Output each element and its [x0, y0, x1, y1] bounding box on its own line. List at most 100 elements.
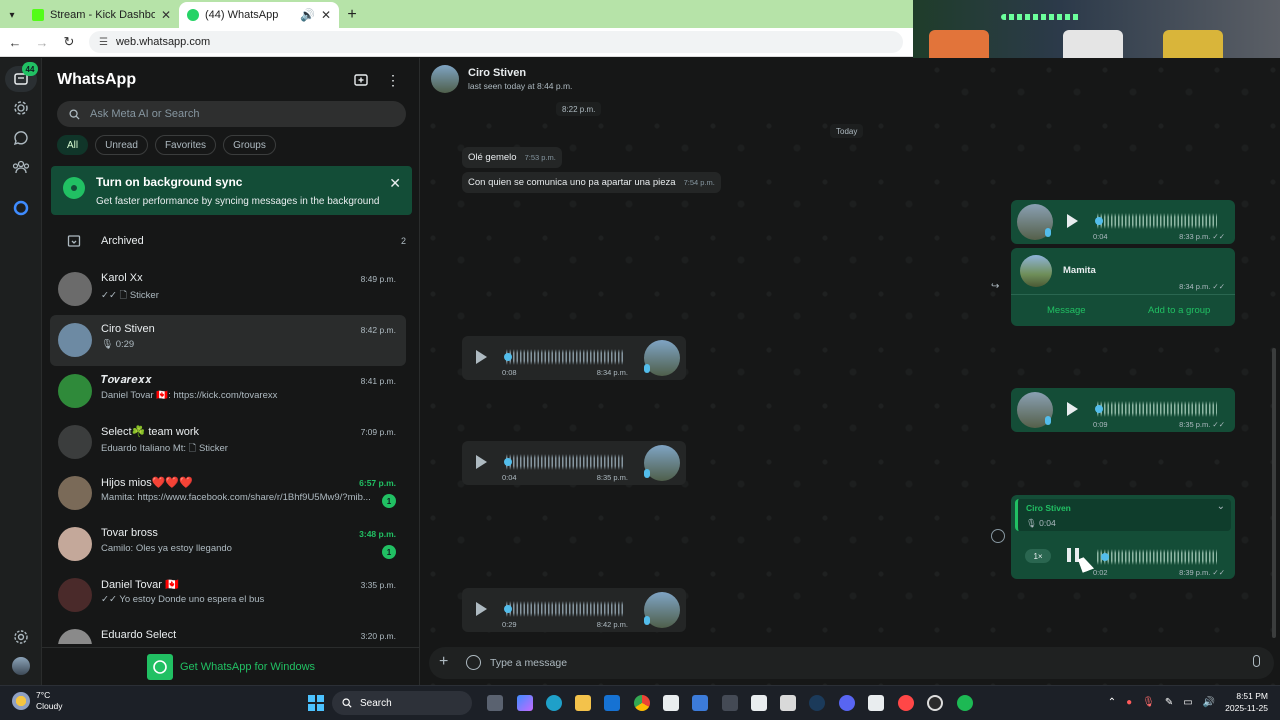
incoming-message[interactable]: Olé gemelo 7:53 p.m.: [462, 147, 562, 168]
ea-icon[interactable]: [898, 695, 914, 711]
play-button[interactable]: [476, 455, 487, 469]
seek-handle[interactable]: [1101, 553, 1109, 561]
weather-widget[interactable]: 7°C Cloudy: [12, 690, 62, 712]
meta-ai-icon[interactable]: [11, 198, 31, 218]
background-sync-banner[interactable]: Turn on background sync Get faster perfo…: [51, 166, 412, 215]
close-tab-icon[interactable]: ✕: [161, 8, 171, 22]
volume-icon[interactable]: 🔊: [1203, 697, 1215, 708]
obs-icon[interactable]: [927, 695, 943, 711]
browser-tab-whatsapp[interactable]: (44) WhatsApp 🔊 ✕: [179, 2, 339, 28]
tab-search-chevron-icon[interactable]: ▾: [0, 2, 24, 28]
new-tab-button[interactable]: +: [339, 2, 365, 28]
contact-message-button[interactable]: Message: [1047, 305, 1086, 316]
chevron-up-icon[interactable]: ⌃: [1108, 697, 1116, 708]
menu-icon[interactable]: ⋮: [384, 71, 402, 89]
chat-list-item[interactable]: Daniel Tovar 🇨🇦 ✓✓ Yo estoy Donde uno esp…: [50, 570, 406, 621]
tray-app-icon[interactable]: ●: [1126, 697, 1132, 708]
edit-icon[interactable]: [868, 695, 884, 711]
profile-avatar[interactable]: [11, 656, 31, 676]
outlook-icon[interactable]: [604, 695, 620, 711]
waveform[interactable]: [1097, 549, 1217, 565]
chat-list-item[interactable]: Karol Xx ✓✓ 🗋 Sticker 8:49 p.m.: [50, 264, 406, 315]
waveform[interactable]: [506, 454, 624, 470]
filter-all[interactable]: All: [57, 135, 89, 155]
vs-code-icon[interactable]: [692, 695, 708, 711]
play-button[interactable]: [1067, 214, 1078, 228]
chat-list-item[interactable]: Eduardo SelectEjercicio3:20 p.m.: [50, 621, 406, 644]
emoji-react-icon[interactable]: [991, 529, 1005, 543]
filter-groups[interactable]: Groups: [223, 135, 276, 155]
play-button[interactable]: [1067, 402, 1078, 416]
get-whatsapp-windows-link[interactable]: Get WhatsApp for Windows: [42, 647, 420, 685]
edge-icon[interactable]: [546, 695, 562, 711]
waveform[interactable]: [1097, 401, 1217, 417]
capcut-icon[interactable]: [751, 695, 767, 711]
waveform[interactable]: [506, 601, 624, 617]
back-icon[interactable]: ←: [3, 35, 27, 50]
microphone-icon[interactable]: 🎙: [1142, 697, 1155, 708]
search-input[interactable]: Ask Meta AI or Search: [57, 101, 406, 127]
status-icon[interactable]: [11, 98, 31, 118]
chat-name: Ciro Stiven: [101, 323, 155, 335]
spotify-icon[interactable]: [957, 695, 973, 711]
url-field[interactable]: ☰ web.whatsapp.com: [89, 31, 903, 53]
chat-list-item[interactable]: 𝑻𝒐𝒗𝒂𝒓𝒆𝒙𝒙 Daniel Tovar 🇨🇦: https://kick.co…: [50, 366, 406, 417]
contact-avatar[interactable]: [431, 65, 459, 93]
seek-handle[interactable]: [1095, 217, 1103, 225]
steam-icon[interactable]: [809, 695, 825, 711]
new-chat-icon[interactable]: [352, 71, 370, 89]
speaker-icon[interactable]: 🔊: [300, 8, 315, 22]
site-info-icon[interactable]: ☰: [99, 37, 108, 48]
settings-icon[interactable]: [11, 627, 31, 647]
notepad-icon[interactable]: [780, 695, 796, 711]
forward-icon[interactable]: ↪: [991, 281, 999, 292]
file-explorer-icon[interactable]: [575, 695, 591, 711]
network-icon[interactable]: ▭: [1183, 697, 1192, 708]
chevron-down-icon[interactable]: ⌄: [1217, 501, 1225, 512]
filter-unread[interactable]: Unread: [95, 135, 148, 155]
seek-handle[interactable]: [504, 458, 512, 466]
conversation-scrollbar[interactable]: [1272, 348, 1276, 638]
waveform[interactable]: [1097, 213, 1217, 229]
chat-list-item[interactable]: Hijos mios❤️❤️❤️ Mamita: https://www.face…: [50, 468, 406, 519]
copilot-icon[interactable]: [517, 695, 533, 711]
clock[interactable]: 8:51 PM 2025-11-25: [1225, 690, 1268, 714]
close-tab-icon[interactable]: ✕: [321, 8, 331, 22]
store-icon[interactable]: [663, 695, 679, 711]
app-title: WhatsApp: [57, 71, 137, 88]
quoted-message[interactable]: Ciro Stiven 🎙 0:04: [1015, 499, 1231, 531]
task-view-icon[interactable]: [487, 695, 503, 711]
message-input[interactable]: Type a message: [490, 657, 567, 669]
browser-tab-kick[interactable]: Stream - Kick Dashboard ✕: [24, 2, 179, 28]
reload-icon[interactable]: ↻: [57, 34, 81, 50]
start-button[interactable]: [308, 695, 324, 711]
waveform[interactable]: [506, 349, 624, 365]
conversation-header[interactable]: Ciro Stiven last seen today at 8:44 p.m.: [421, 58, 913, 100]
taskbar-search[interactable]: Search: [332, 691, 472, 715]
voice-record-mic-icon[interactable]: [1253, 655, 1260, 667]
apps-grid-icon[interactable]: [722, 695, 738, 711]
chat-list-item[interactable]: Ciro Stiven 🎙 0:29 8:42 p.m.: [50, 315, 406, 366]
seek-handle[interactable]: [1095, 405, 1103, 413]
close-icon[interactable]: ✕: [389, 175, 401, 192]
attach-plus-icon[interactable]: +: [439, 653, 448, 671]
chat-list-item[interactable]: Select☘️ team work Eduardo Italiano Mt: 🗋…: [50, 417, 406, 468]
forward-icon[interactable]: →: [30, 35, 54, 50]
contact-add-group-button[interactable]: Add to a group: [1148, 305, 1210, 316]
filter-favorites[interactable]: Favorites: [154, 135, 217, 155]
play-button[interactable]: [476, 350, 487, 364]
chat-list-item[interactable]: Tovar bross Camilo: Oles ya estoy llegand…: [50, 519, 406, 570]
playback-speed-button[interactable]: 1×: [1025, 549, 1051, 563]
channels-icon[interactable]: [11, 128, 31, 148]
archived-row[interactable]: Archived 2: [42, 226, 420, 256]
seek-handle[interactable]: [504, 605, 512, 613]
seek-handle[interactable]: [504, 353, 512, 361]
play-button[interactable]: [476, 602, 487, 616]
discord-icon[interactable]: [839, 695, 855, 711]
emoji-sticker-icon[interactable]: [466, 655, 481, 670]
communities-icon[interactable]: [11, 157, 31, 177]
chrome-icon[interactable]: [634, 695, 650, 711]
incoming-message[interactable]: Con quien se comunica uno pa apartar una…: [462, 172, 721, 193]
pen-icon[interactable]: ✎: [1165, 697, 1173, 708]
weather-icon: [12, 692, 30, 710]
